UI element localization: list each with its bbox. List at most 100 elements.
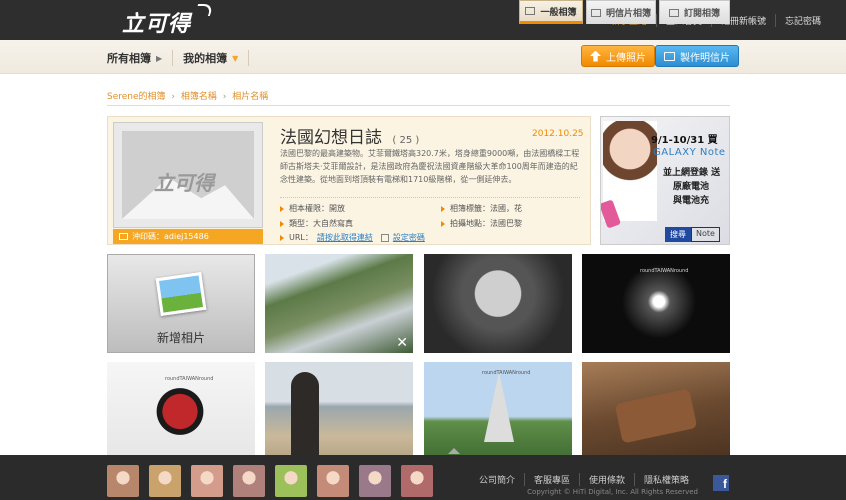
footer-link-terms[interactable]: 使用條款 [578, 473, 634, 486]
tab-general-album[interactable]: 一般相簿 [519, 0, 583, 24]
bullet-icon [441, 205, 445, 212]
bullet-icon [280, 220, 284, 227]
add-photo-tile[interactable]: 新增相片 [107, 254, 255, 353]
album-title: 法國幻想日誌 [280, 128, 382, 148]
ad-line-2: 原廠電池 [673, 182, 710, 192]
make-postcard-button[interactable]: 製作明信片 [655, 45, 739, 67]
page: 立可得 新手上路 登入會員 註冊新帳號 忘記密碼 所有相簿 ▶ 我的相簿 ▼ 上… [0, 0, 846, 500]
breadcrumb-separator: › [222, 92, 227, 102]
mask-image [137, 380, 223, 450]
tower-image [484, 372, 514, 442]
avatar[interactable] [233, 465, 265, 497]
footer-link-privacy[interactable]: 隱私權策略 [633, 473, 698, 486]
logo-swoosh-icon [193, 4, 215, 16]
album-photo-count: ( 25 ) [392, 135, 420, 146]
nav-my-albums-label: 我的相簿 [183, 52, 228, 65]
meta-location: 拍攝地點：法國巴黎 [441, 218, 522, 229]
upload-photo-label: 上傳照片 [606, 52, 646, 64]
get-link-link[interactable]: 請按此取得連結 [317, 232, 373, 243]
chevron-down-icon: ▼ [232, 53, 239, 63]
ad-search-button: 搜尋 [665, 227, 691, 242]
footer-links: 公司簡介 客服專區 使用條款 隱私權策略 [470, 473, 698, 486]
footer-link-about[interactable]: 公司簡介 [470, 473, 524, 486]
arrow-right-icon: ▶ [156, 53, 163, 63]
meta-permission: 相本權限：開放 [280, 203, 345, 214]
photo-tile[interactable]: roundTAIWANround [107, 362, 255, 461]
album-description: 法國巴黎的最高建築物。艾菲爾鐵塔高320.7米，塔身總重9000噸，由法國橋樑工… [280, 149, 580, 184]
album-date: 2012.10.25 [532, 129, 584, 139]
photo-tile[interactable]: ✕ [265, 254, 413, 353]
breadcrumb: Serene的相簿 › 相簿名稱 › 相片名稱 [107, 89, 268, 102]
bullet-icon [441, 220, 445, 227]
copyright: Copyright © HiTi Digital, Inc. All Right… [527, 488, 698, 496]
picture-icon [155, 271, 207, 317]
watermark: roundTAIWANround [165, 376, 214, 382]
ad-search-keyword: Note [691, 227, 720, 242]
ad-line-1: 並上網登錄 送 [663, 168, 721, 178]
breadcrumb-separator: › [171, 92, 176, 102]
avatar[interactable] [149, 465, 181, 497]
bullet-icon [280, 205, 284, 212]
nav-all-albums-label: 所有相簿 [107, 52, 151, 65]
site-logo[interactable]: 立可得 [122, 6, 191, 38]
tab-subscribed-album-label: 訂閱相簿 [683, 9, 720, 19]
ad-line-3: 與電池充 [673, 196, 710, 206]
avatar[interactable] [191, 465, 223, 497]
ad-date: 9/1-10/31 買 [651, 135, 718, 146]
avatar[interactable] [359, 465, 391, 497]
photo-tile[interactable]: roundTAIWANround [582, 254, 730, 353]
watermark: roundTAIWANround [640, 268, 689, 274]
facebook-icon[interactable]: f [713, 475, 729, 491]
avatar[interactable] [317, 465, 349, 497]
album-title-row: 法國幻想日誌 ( 25 ) [280, 123, 419, 148]
breadcrumb-photo-name[interactable]: 相片名稱 [232, 92, 268, 102]
meta-permission-text: 相本權限：開放 [289, 204, 345, 213]
breadcrumb-user-albums[interactable]: Serene的相簿 [107, 92, 166, 102]
add-photo-label: 新增相片 [156, 331, 205, 345]
printer-icon [119, 233, 128, 240]
nav-my-albums[interactable]: 我的相簿 ▼ [183, 50, 250, 66]
avatar[interactable] [275, 465, 307, 497]
print-code-bar: 沖印碼：adiej15486 [113, 229, 263, 244]
meta-tags-text: 相簿標籤：法國，花 [450, 204, 522, 213]
watermark: roundTAIWANround [482, 370, 531, 376]
meta-type: 類型：大自然寫真 [280, 218, 353, 229]
photo-tile[interactable] [582, 362, 730, 461]
meta-type-text: 類型：大自然寫真 [289, 219, 353, 228]
print-code-text: 沖印碼：adiej15486 [132, 232, 209, 241]
photo-tile[interactable] [265, 362, 413, 461]
galaxy-note-ad[interactable]: 9/1-10/31 買 GALAXY Note 並上網登錄 送 原廠電池 與電池… [600, 116, 730, 245]
footer-link-support[interactable]: 客服專區 [523, 473, 579, 486]
upload-photo-button[interactable]: 上傳照片 [581, 45, 655, 67]
tab-postcard-album-label: 明信片相簿 [605, 9, 651, 19]
avatar[interactable] [107, 465, 139, 497]
album-cover[interactable]: 立可得 [113, 122, 263, 228]
meta-url: URL： 請按此取得連結 設定密碼 [280, 232, 425, 243]
subscribe-icon [668, 8, 679, 17]
postcard-icon [664, 51, 675, 61]
cover-logo: 立可得 [154, 171, 214, 195]
chevron-up-icon[interactable] [448, 448, 460, 454]
meta-tags: 相簿標籤：法國，花 [441, 203, 522, 214]
tab-divider [107, 105, 730, 106]
link-forgot-password[interactable]: 忘記密碼 [774, 14, 830, 27]
person-image [291, 372, 319, 460]
wallet-image [614, 388, 698, 444]
meta-location-text: 拍攝地點：法國巴黎 [450, 219, 522, 228]
postcard-album-icon [590, 8, 601, 17]
breadcrumb-album-name[interactable]: 相簿名稱 [181, 92, 217, 102]
meta-url-label: URL： [289, 233, 313, 242]
close-icon[interactable]: ✕ [396, 335, 408, 351]
make-postcard-label: 製作明信片 [680, 52, 730, 64]
ad-brand: GALAXY Note [653, 147, 726, 158]
sub-nav-bar: 所有相簿 ▶ 我的相簿 ▼ 上傳照片 製作明信片 [0, 40, 846, 74]
avatar[interactable] [401, 465, 433, 497]
photo-tile[interactable]: roundTAIWANround [424, 362, 572, 461]
set-password-link[interactable]: 設定密碼 [393, 232, 425, 243]
tab-postcard-album[interactable]: 明信片相簿 [586, 0, 656, 24]
photo-tile[interactable] [424, 254, 572, 353]
lock-icon [380, 233, 389, 242]
footer: 公司簡介 客服專區 使用條款 隱私權策略 Copyright © HiTi Di… [0, 455, 846, 500]
tab-subscribed-album[interactable]: 訂閱相簿 [659, 0, 730, 24]
nav-all-albums[interactable]: 所有相簿 ▶ [107, 50, 174, 66]
